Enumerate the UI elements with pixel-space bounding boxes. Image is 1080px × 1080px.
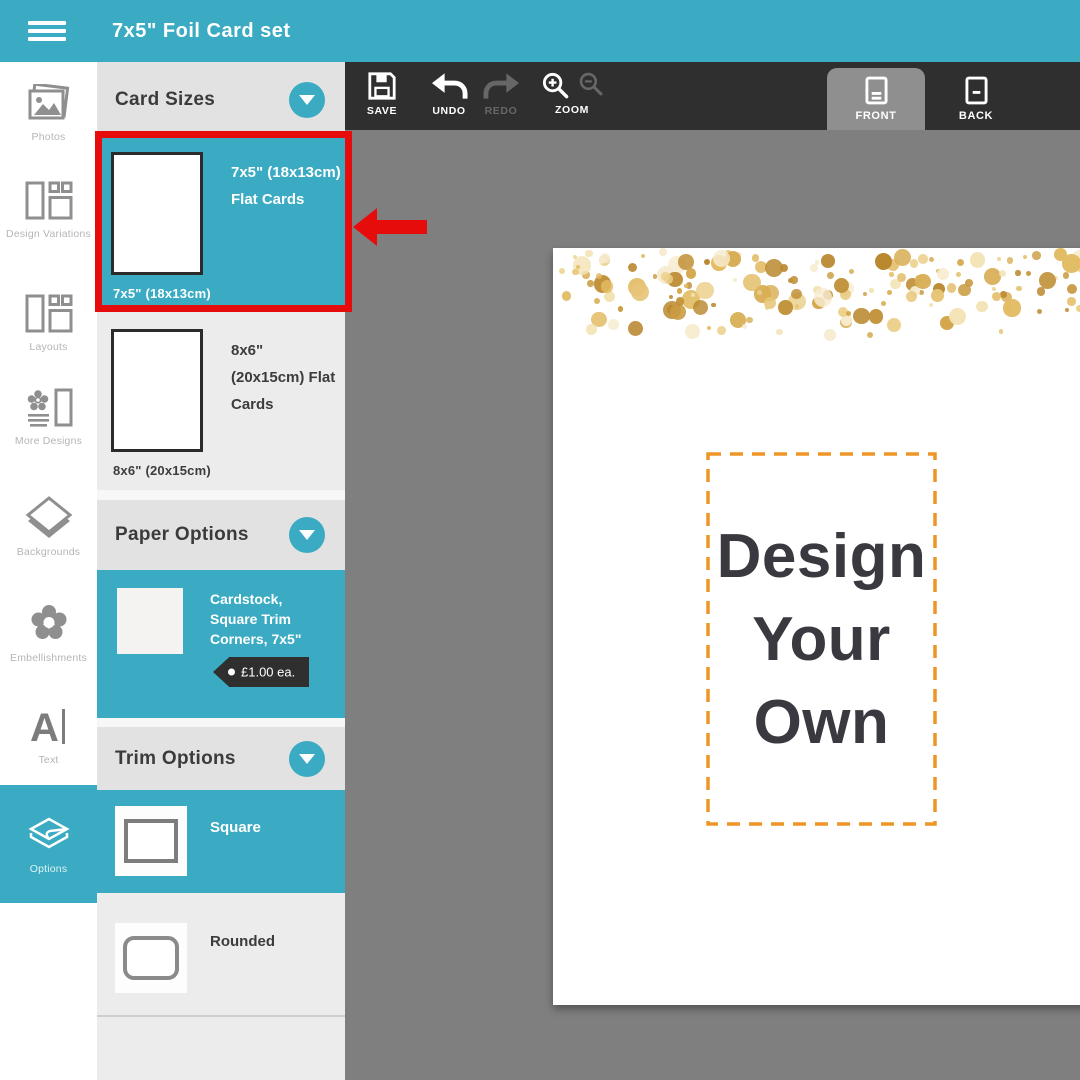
trim-option-item-rounded[interactable]: Rounded <box>97 893 345 1015</box>
paper-title: Cardstock, Square Trim Corners, 7x5" <box>210 589 338 649</box>
card-size-thumbnail <box>111 152 203 275</box>
trim-option-item-square[interactable]: Square <box>97 790 345 893</box>
paper-option-item-cardstock[interactable]: Cardstock, Square Trim Corners, 7x5" £1.… <box>97 570 345 718</box>
placeholder-line: Your <box>752 598 891 681</box>
design-your-own-placeholder[interactable]: Design Your Own <box>706 452 937 826</box>
price-tag-hole <box>228 669 235 676</box>
trim-options-title: Trim Options <box>115 748 236 770</box>
sidebar-item-backgrounds[interactable]: Backgrounds <box>0 495 97 558</box>
paper-options-header[interactable]: Paper Options <box>97 500 345 570</box>
panel-divider <box>97 1015 345 1017</box>
sidebar-label: Options <box>30 863 68 875</box>
square-trim-thumbnail <box>115 806 187 876</box>
price-tag: £1.00 ea. <box>213 657 309 687</box>
card-size-item-7x5[interactable]: 7x5" (18x13cm) Flat Cards 7x5" (18x13cm) <box>97 137 345 312</box>
options-panel: Card Sizes 7x5" (18x13cm) Flat Cards 7x5… <box>97 62 345 1080</box>
sidebar-item-photos[interactable]: Photos <box>0 84 97 143</box>
paper-options-title: Paper Options <box>115 524 249 546</box>
tab-front[interactable]: FRONT <box>827 68 925 130</box>
sidebar-label: Photos <box>32 131 66 143</box>
zoom-out-icon[interactable] <box>578 71 604 97</box>
undo-button[interactable]: UNDO <box>425 71 473 117</box>
redo-button[interactable]: REDO <box>477 71 525 117</box>
rounded-trim-thumbnail <box>115 923 187 993</box>
save-icon <box>367 71 397 101</box>
trim-options-header[interactable]: Trim Options <box>97 727 345 790</box>
placeholder-line: Own <box>754 681 890 764</box>
sidebar-label: Design Variations <box>6 228 91 240</box>
back-tab-label: BACK <box>959 110 993 122</box>
redo-label: REDO <box>485 105 518 117</box>
panel-gap <box>97 490 345 500</box>
front-tab-label: FRONT <box>856 110 897 122</box>
back-card-icon <box>965 76 988 105</box>
zoom-label: ZOOM <box>555 104 589 116</box>
sidebar-item-design-variations[interactable]: Design Variations <box>0 181 97 240</box>
card-front-preview[interactable]: Design Your Own <box>553 248 1080 1005</box>
svg-text:A: A <box>30 707 59 747</box>
card-size-item-8x6[interactable]: 8x6" (20x15cm) Flat Cards 8x6" (20x15cm) <box>97 312 345 490</box>
zoom-button[interactable]: ZOOM <box>533 71 611 116</box>
undo-icon <box>431 71 468 101</box>
backgrounds-icon <box>25 495 73 539</box>
card-size-title: 8x6" (20x15cm) Flat Cards <box>231 337 343 418</box>
trim-label: Rounded <box>210 933 275 950</box>
sidebar-item-embellishments[interactable]: Embellishments <box>0 601 97 664</box>
paper-thumbnail <box>117 588 183 654</box>
placeholder-line: Design <box>717 515 927 598</box>
editor-toolbar: SAVE UNDO REDO ZOOM <box>345 62 1080 130</box>
design-canvas: Design Your Own <box>345 130 1080 1080</box>
card-size-caption: 8x6" (20x15cm) <box>113 463 211 478</box>
photos-icon <box>26 84 72 124</box>
hamburger-menu-icon[interactable] <box>28 21 66 41</box>
gold-confetti-band <box>553 248 1080 344</box>
save-label: SAVE <box>367 105 397 117</box>
card-size-thumbnail <box>111 329 203 452</box>
card-sizes-header[interactable]: Card Sizes <box>97 62 345 137</box>
sidebar-item-options[interactable]: Options <box>0 785 97 903</box>
sidebar-label: Embellishments <box>10 652 87 664</box>
redo-icon <box>483 71 520 101</box>
options-icon <box>24 814 74 854</box>
rounded-trim-icon <box>123 936 179 980</box>
chevron-down-icon[interactable] <box>289 741 325 777</box>
tab-back[interactable]: BACK <box>928 68 1024 130</box>
sidebar-label: Text <box>38 754 58 766</box>
card-size-title: 7x5" (18x13cm) Flat Cards <box>231 159 343 213</box>
sidebar: Photos Design Variations Layouts <box>0 62 97 1080</box>
more-designs-icon <box>25 388 73 428</box>
app-title: 7x5" Foil Card set <box>112 0 291 62</box>
sidebar-item-more-designs[interactable]: More Designs <box>0 388 97 447</box>
square-trim-icon <box>124 819 178 863</box>
undo-label: UNDO <box>432 105 465 117</box>
embellishments-icon <box>26 601 72 645</box>
zoom-in-icon[interactable] <box>541 71 570 100</box>
text-icon: A <box>29 707 69 747</box>
sidebar-item-text[interactable]: A Text <box>0 707 97 766</box>
card-size-caption: 7x5" (18x13cm) <box>113 286 211 301</box>
save-button[interactable]: SAVE <box>359 71 405 117</box>
sidebar-item-layouts[interactable]: Layouts <box>0 294 97 353</box>
chevron-down-icon[interactable] <box>289 82 325 118</box>
sidebar-label: Layouts <box>29 341 67 353</box>
front-card-icon <box>865 76 888 105</box>
chevron-down-icon[interactable] <box>289 517 325 553</box>
price-label: £1.00 ea. <box>241 665 295 680</box>
topbar: 7x5" Foil Card set <box>0 0 1080 62</box>
sidebar-label: More Designs <box>15 435 82 447</box>
sidebar-label: Backgrounds <box>17 546 81 558</box>
design-variations-icon <box>25 181 73 221</box>
card-sizes-title: Card Sizes <box>115 89 215 111</box>
panel-gap <box>97 718 345 727</box>
trim-label: Square <box>210 819 261 836</box>
layouts-icon <box>25 294 73 334</box>
